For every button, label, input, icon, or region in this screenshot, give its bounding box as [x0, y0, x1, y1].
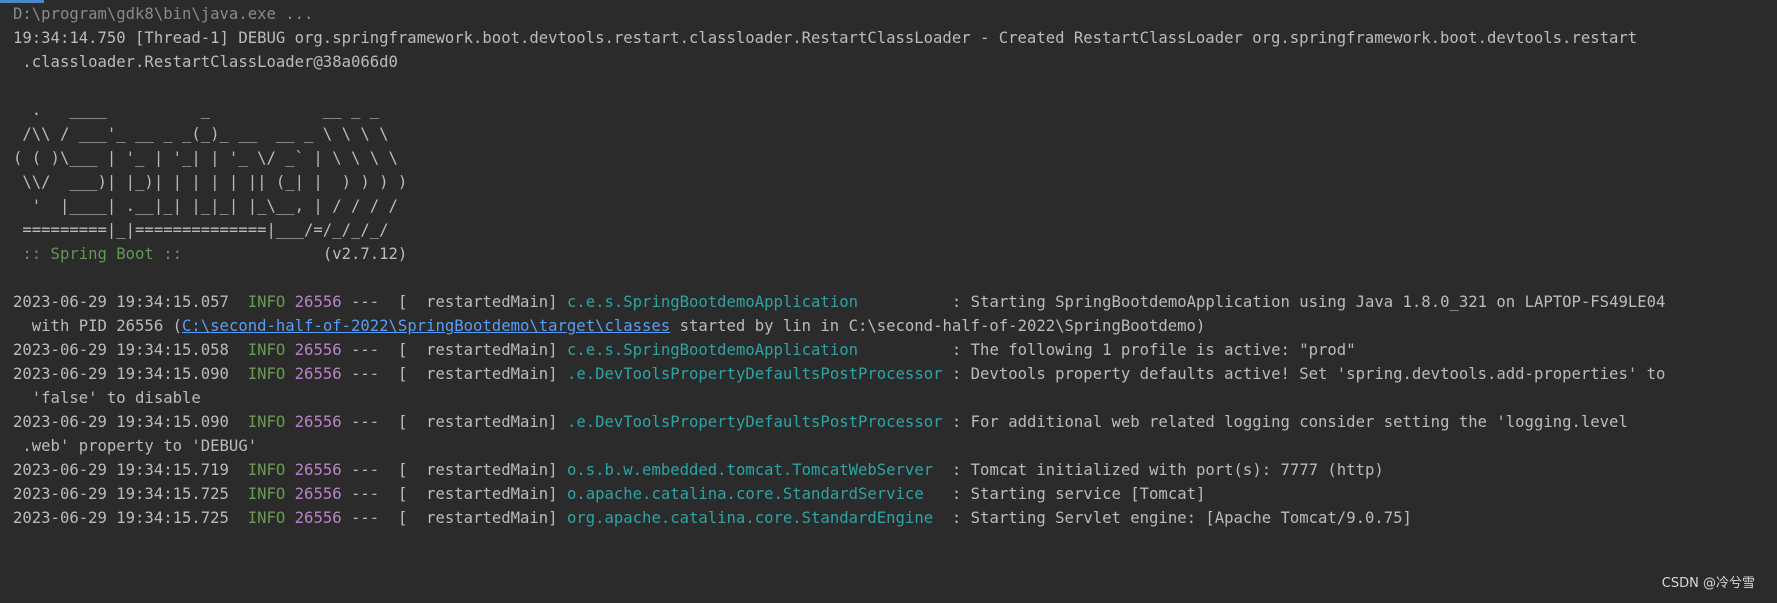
banner-line-1: . ____ _ __ _ _	[13, 101, 380, 119]
log-logger[interactable]: .e.DevToolsPropertyDefaultsPostProcessor	[567, 365, 943, 383]
log-thread: --- [ restartedMain]	[351, 341, 558, 359]
log-pid: 26556	[294, 485, 342, 503]
log-pad	[942, 365, 951, 383]
log-timestamp: 2023-06-29 19:34:15.090	[13, 413, 229, 431]
log-pad	[858, 293, 952, 311]
banner-line-6: =========|_|==============|___/=/_/_/_/	[13, 221, 389, 239]
log-line: 2023-06-29 19:34:15.090 INFO 26556 --- […	[13, 364, 1665, 386]
log-pid: 26556	[294, 461, 342, 479]
log-timestamp: 2023-06-29 19:34:15.719	[13, 461, 229, 479]
log-pad	[924, 485, 952, 503]
log-pid: 26556	[294, 365, 342, 383]
log-line: 2023-06-29 19:34:15.725 INFO 26556 --- […	[13, 508, 1412, 530]
log-logger[interactable]: o.s.b.w.embedded.tomcat.TomcatWebServer	[567, 461, 933, 479]
log-continuation-prefix: with PID 26556 (	[13, 317, 182, 335]
log-message: : Starting SpringBootdemoApplication usi…	[951, 293, 1666, 311]
log-message: : For additional web related logging con…	[951, 413, 1628, 431]
debug-line-2: .classloader.RestartClassLoader@38a066d0	[13, 53, 398, 71]
banner-line-5: ' |____| .__|_| |_|_| |_\__, | / / / /	[13, 197, 398, 215]
log-logger[interactable]: c.e.s.SpringBootdemoApplication	[567, 341, 858, 359]
log-timestamp: 2023-06-29 19:34:15.057	[13, 293, 229, 311]
log-timestamp: 2023-06-29 19:34:15.090	[13, 365, 229, 383]
command-text: D:\program\gdk8\bin\java.exe ...	[13, 5, 314, 23]
log-thread: --- [ restartedMain]	[351, 461, 558, 479]
log-logger[interactable]: .e.DevToolsPropertyDefaultsPostProcessor	[567, 413, 943, 431]
log-level: INFO	[247, 293, 286, 311]
log-level: INFO	[247, 365, 286, 383]
log-line: 2023-06-29 19:34:15.057 INFO 26556 --- […	[13, 292, 1665, 314]
log-message: : Starting service [Tomcat]	[951, 485, 1206, 503]
log-thread: --- [ restartedMain]	[351, 485, 558, 503]
log-pid: 26556	[294, 341, 342, 359]
banner-line-4: \\/ ___)| |_)| | | | | || (_| | ) ) ) )	[13, 173, 408, 191]
log-level: INFO	[247, 341, 286, 359]
debug-line-1: 19:34:14.750 [Thread-1] DEBUG org.spring…	[13, 29, 1638, 47]
log-pid: 26556	[294, 509, 342, 527]
log-pad	[933, 509, 952, 527]
log-thread: --- [ restartedMain]	[351, 413, 558, 431]
csdn-watermark: CSDN @冷兮雪	[1661, 576, 1755, 591]
selection-highlight	[0, 0, 44, 3]
log-line: 2023-06-29 19:34:15.058 INFO 26556 --- […	[13, 340, 1356, 362]
log-pad	[933, 461, 952, 479]
banner-line-3: ( ( )\___ | '_ | '_| | '_ \/ _` | \ \ \ …	[13, 149, 398, 167]
log-line: 2023-06-29 19:34:15.090 INFO 26556 --- […	[13, 412, 1628, 434]
log-message: : Tomcat initialized with port(s): 7777 …	[951, 461, 1384, 479]
log-logger[interactable]: c.e.s.SpringBootdemoApplication	[567, 293, 858, 311]
log-line: 2023-06-29 19:34:15.719 INFO 26556 --- […	[13, 460, 1384, 482]
log-logger[interactable]: o.apache.catalina.core.StandardService	[567, 485, 924, 503]
log-level: INFO	[247, 461, 286, 479]
log-logger[interactable]: org.apache.catalina.core.StandardEngine	[567, 509, 933, 527]
classes-path-link[interactable]: C:\second-half-of-2022\SpringBootdemo\ta…	[182, 317, 670, 335]
banner-line-2: /\\ / ___'_ __ _ _(_)_ __ __ _ \ \ \ \	[13, 125, 389, 143]
log-pid: 26556	[294, 413, 342, 431]
run-console[interactable]: D:\program\gdk8\bin\java.exe ... 19:34:1…	[0, 0, 1777, 603]
log-message: : Starting Servlet engine: [Apache Tomca…	[951, 509, 1412, 527]
log-pad	[858, 341, 952, 359]
log-timestamp: 2023-06-29 19:34:15.725	[13, 485, 229, 503]
log-continuation: 'false' to disable	[13, 389, 201, 407]
log-continuation: with PID 26556 (C:\second-half-of-2022\S…	[13, 316, 1206, 338]
log-level: INFO	[247, 413, 286, 431]
log-thread: --- [ restartedMain]	[351, 293, 558, 311]
log-thread: --- [ restartedMain]	[351, 509, 558, 527]
log-timestamp: 2023-06-29 19:34:15.725	[13, 509, 229, 527]
log-continuation-suffix: started by lin in C:\second-half-of-2022…	[670, 317, 1206, 335]
spring-boot-version: (v2.7.12)	[182, 245, 408, 263]
log-pad	[942, 413, 951, 431]
log-line: 2023-06-29 19:34:15.725 INFO 26556 --- […	[13, 484, 1205, 506]
log-message: : The following 1 profile is active: "pr…	[951, 341, 1356, 359]
spring-boot-version-line: :: Spring Boot :: (v2.7.12)	[13, 244, 407, 266]
log-pid: 26556	[294, 293, 342, 311]
spring-boot-label: :: Spring Boot ::	[13, 245, 182, 263]
log-level: INFO	[247, 485, 286, 503]
log-thread: --- [ restartedMain]	[351, 365, 558, 383]
log-message: : Devtools property defaults active! Set…	[951, 365, 1666, 383]
log-timestamp: 2023-06-29 19:34:15.058	[13, 341, 229, 359]
log-level: INFO	[247, 509, 286, 527]
log-continuation: .web' property to 'DEBUG'	[13, 437, 258, 455]
